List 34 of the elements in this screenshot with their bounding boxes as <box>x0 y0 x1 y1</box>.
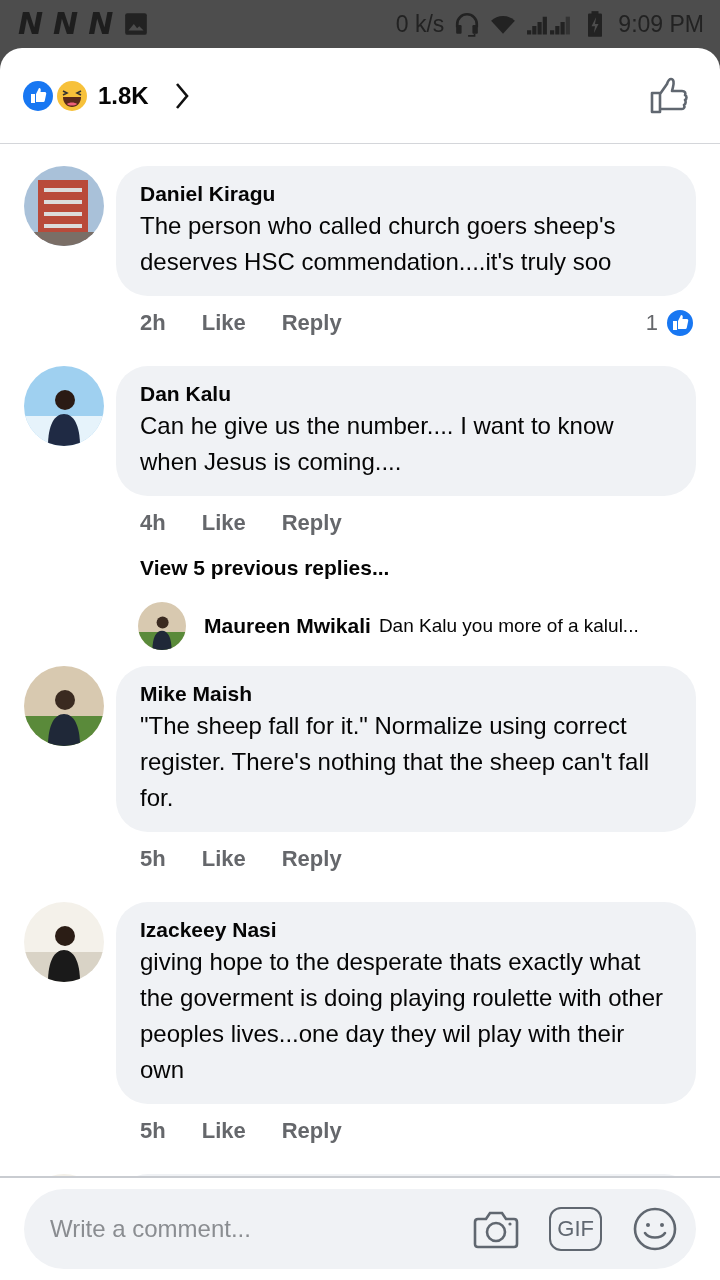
comment-action[interactable]: Like <box>201 1118 246 1144</box>
gif-button[interactable]: GIF <box>549 1207 602 1251</box>
comment-text: The person who called church goers sheep's deserves HSC commendation....it's truly soo <box>140 211 617 277</box>
like-button[interactable] <box>648 75 690 116</box>
view-replies-link[interactable]: View 5 previous replies... <box>116 550 696 592</box>
comment-action[interactable]: Reply <box>281 1118 342 1144</box>
commenter-name[interactable]: Daniel Kiragu <box>140 180 672 208</box>
image-icon <box>123 10 150 38</box>
comment-time: 2h <box>140 310 166 336</box>
comment-action[interactable]: Like <box>201 846 246 872</box>
comment-text: "The sheep fall for it." Normalize using correct register. There's nothing that the sheep can't fall for. <box>140 711 651 813</box>
comment-action[interactable]: Reply <box>281 846 342 872</box>
like-reaction-icon <box>664 307 696 339</box>
emoji-icon[interactable] <box>632 1207 678 1251</box>
commenter-name[interactable]: Dan Kalu <box>140 380 672 408</box>
like-reaction-icon <box>22 79 54 112</box>
comment-action[interactable]: Like <box>201 310 246 336</box>
comment-time: 5h <box>140 846 166 872</box>
headphones-icon <box>454 10 481 38</box>
reaction-count[interactable]: 1.8K <box>98 81 149 110</box>
laughing-reaction-icon <box>56 79 88 112</box>
reply-snippet: Dan Kalu you more of a kalul... <box>378 615 639 637</box>
comment-text: giving hope to the desperate thats exactly what the goverment is doing playing roulette with other peoples lives...one day they wil play with their own <box>140 947 664 1085</box>
comment-action[interactable]: Reply <box>281 510 342 536</box>
like-count: 1 <box>645 310 658 336</box>
comment-input[interactable]: Write a comment... GIF <box>24 1189 696 1269</box>
comment-action[interactable]: Reply <box>281 310 342 336</box>
commenter-name[interactable]: Mike Maish <box>140 680 672 708</box>
comment-time: 5h <box>140 1118 166 1144</box>
comment-time: 4h <box>140 510 166 536</box>
commenter-name[interactable]: Izackeey Nasi <box>140 916 672 944</box>
comment-text: Can he give us the number.... I want to know when Jesus is coming.... <box>140 411 615 477</box>
reply-author[interactable]: Maureen Mwikali <box>204 614 371 638</box>
comment-action[interactable]: Like <box>201 510 246 536</box>
